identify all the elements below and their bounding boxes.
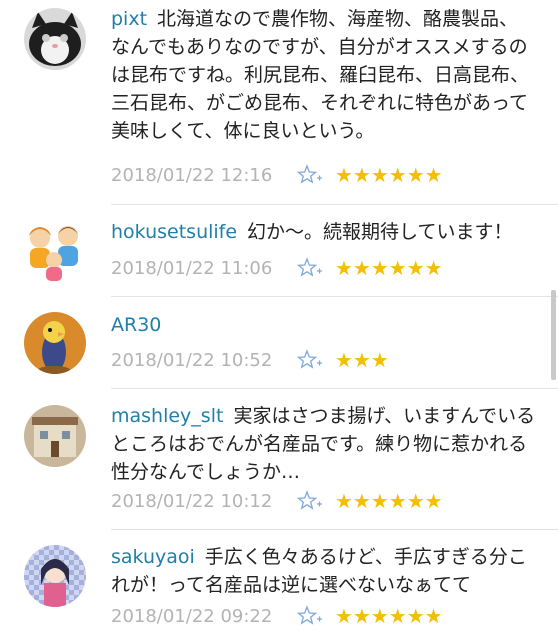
username-link[interactable]: hokusetsulife xyxy=(111,221,237,243)
comment-body: 幻か〜。続報期待しています！ xyxy=(247,221,513,243)
divider xyxy=(111,388,558,389)
timestamp: 2018/01/22 11:06 xyxy=(111,257,273,279)
star-rating: ★★★★★★ xyxy=(335,163,443,187)
avatar-bird[interactable] xyxy=(24,312,86,374)
family-avatar-icon xyxy=(24,220,86,282)
timestamp: 2018/01/22 12:16 xyxy=(111,164,273,186)
comment-text: AR30 xyxy=(111,311,536,339)
timestamp: 2018/01/22 10:12 xyxy=(111,490,273,512)
star-rating: ★★★★★★ xyxy=(335,489,443,513)
add-star-icon[interactable] xyxy=(297,349,323,371)
scrollbar[interactable] xyxy=(551,290,556,380)
username-link[interactable]: sakuyaoi xyxy=(111,546,195,568)
add-star-icon[interactable] xyxy=(297,490,323,512)
star-rating: ★★★ xyxy=(335,348,389,372)
avatar-house[interactable] xyxy=(24,405,86,467)
star-rating: ★★★★★★ xyxy=(335,604,443,628)
username-link[interactable]: mashley_slt xyxy=(111,405,223,427)
username-link[interactable]: pixt xyxy=(111,8,147,30)
avatar-anime[interactable] xyxy=(24,545,86,607)
avatar-cat[interactable] xyxy=(24,8,86,70)
divider xyxy=(111,529,558,530)
add-star-icon[interactable] xyxy=(297,605,323,627)
comment-text: hokusetsulife 幻か〜。続報期待しています！ xyxy=(111,218,536,246)
house-avatar-icon xyxy=(24,405,86,467)
timestamp: 2018/01/22 09:22 xyxy=(111,605,273,627)
timestamp: 2018/01/22 10:52 xyxy=(111,349,273,371)
bird-avatar-icon xyxy=(24,312,86,374)
comment-text: pixt 北海道なので農作物、海産物、酪農製品、なんでもありなのですが、自分がオス… xyxy=(111,5,536,145)
username-link[interactable]: AR30 xyxy=(111,314,161,336)
anime-avatar-icon xyxy=(24,545,86,607)
star-rating: ★★★★★★ xyxy=(335,256,443,280)
cat-avatar-icon xyxy=(24,8,86,70)
avatar-family[interactable] xyxy=(24,220,86,282)
divider xyxy=(111,204,558,205)
divider xyxy=(111,296,558,297)
add-star-icon[interactable] xyxy=(297,164,323,186)
comment-text: sakuyaoi 手広く色々あるけど、手広すぎる分これが！って名産品は逆に選べない… xyxy=(111,543,536,599)
comment-body: 北海道なので農作物、海産物、酪農製品、なんでもありなのですが、自分がオススメする… xyxy=(111,8,530,142)
add-star-icon[interactable] xyxy=(297,257,323,279)
comment-text: mashley_slt 実家はさつま揚げ、いますんでいるところはおでんが名産品です… xyxy=(111,402,536,486)
